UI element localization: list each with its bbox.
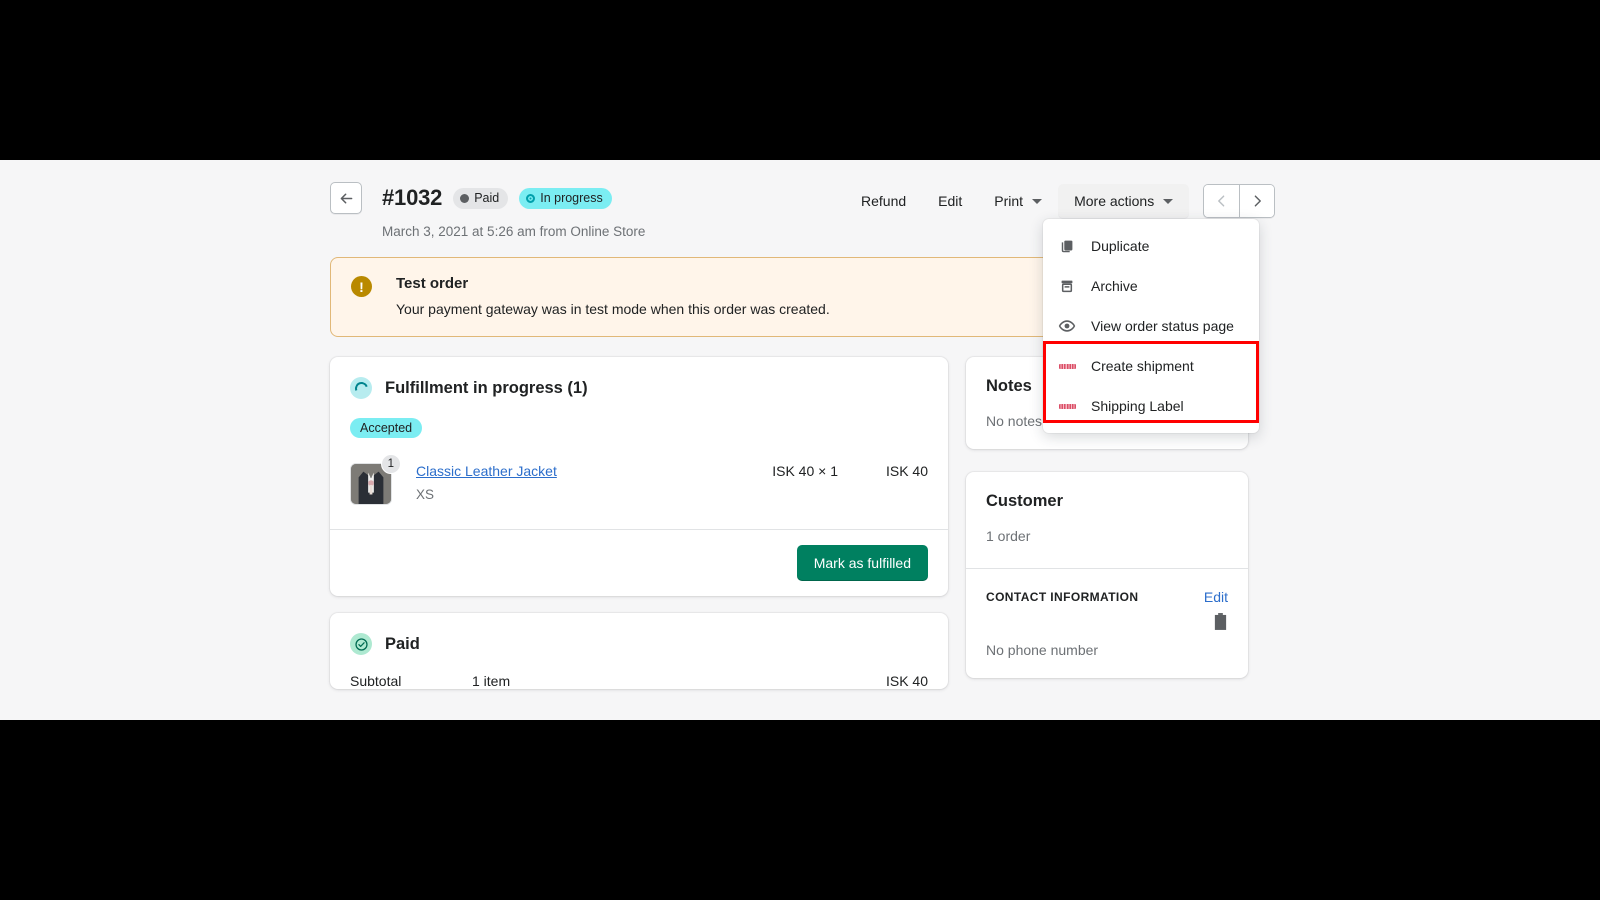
banner-title: Test order <box>396 275 469 292</box>
duplicate-icon <box>1057 236 1077 256</box>
menu-item-view-order-status-page-label: View order status page <box>1091 318 1234 334</box>
print-button[interactable]: Print <box>978 184 1058 218</box>
archive-icon <box>1057 276 1077 296</box>
subtotal-amount: ISK 40 <box>885 673 928 689</box>
header-actions: Refund Edit Print More actions <box>845 184 1276 218</box>
customer-phone: No phone number <box>986 642 1099 658</box>
copy-contact-row[interactable] <box>966 605 1248 630</box>
browser-viewport: #1032 Paid In progress March 3, 2021 at … <box>0 160 1600 720</box>
menu-item-archive[interactable]: Archive <box>1043 266 1259 306</box>
status-badge-paid: Paid <box>453 187 509 209</box>
fulfillment-title: Fulfillment in progress (1) <box>385 378 588 397</box>
shipping-logo-icon <box>1057 356 1077 376</box>
page-title: #1032 <box>382 185 443 210</box>
product-thumbnail-wrap: 1 <box>350 454 401 505</box>
quantity-badge: 1 <box>380 454 401 474</box>
status-badge-in-progress-label: In progress <box>540 191 603 205</box>
fulfillment-status-chip: Accepted <box>350 418 423 438</box>
more-actions-button[interactable]: More actions <box>1058 184 1190 218</box>
more-actions-label: More actions <box>1074 193 1155 209</box>
payment-header: Paid <box>330 613 948 655</box>
contact-information-header: CONTACT INFORMATION Edit <box>966 569 1248 605</box>
in-progress-spinner-icon <box>350 377 372 399</box>
alert-icon: ! <box>351 276 372 297</box>
customer-title: Customer <box>986 492 1064 510</box>
mark-as-fulfilled-button[interactable]: Mark as fulfilled <box>796 545 928 581</box>
next-order-button[interactable] <box>1239 185 1275 217</box>
refund-button[interactable]: Refund <box>845 184 922 218</box>
more-actions-menu: Duplicate Archive View order status page… <box>1043 219 1259 433</box>
main-column: Fulfillment in progress (1) Accepted 1 C… <box>330 357 948 689</box>
customer-order-count: 1 order <box>986 528 1031 544</box>
clipboard-icon <box>1214 613 1227 630</box>
chevron-down-icon <box>1163 198 1174 204</box>
contact-information-label: CONTACT INFORMATION <box>986 590 1139 604</box>
menu-item-view-order-status-page[interactable]: View order status page <box>1043 306 1259 346</box>
payment-subtotal-row: Subtotal 1 item ISK 40 <box>330 655 948 689</box>
line-item-unit-price: ISK 40 × 1 <box>772 463 838 479</box>
order-pagination <box>1203 184 1276 218</box>
line-item-info: Classic Leather Jacket XS <box>416 463 708 502</box>
payment-title: Paid <box>385 634 420 653</box>
menu-item-create-shipment-label: Create shipment <box>1091 358 1194 374</box>
status-badge-paid-label: Paid <box>474 191 500 205</box>
menu-item-shipping-label-label: Shipping Label <box>1091 398 1184 414</box>
eye-icon <box>1057 316 1077 336</box>
menu-item-duplicate-label: Duplicate <box>1091 238 1150 254</box>
shipping-logo-icon <box>1057 396 1077 416</box>
edit-button[interactable]: Edit <box>922 184 978 218</box>
print-button-label: Print <box>994 193 1024 209</box>
subtotal-detail: 1 item <box>472 673 511 689</box>
customer-card: Customer 1 order CONTACT INFORMATION Edi… <box>966 472 1248 678</box>
fulfillment-footer: Mark as fulfilled <box>330 529 948 596</box>
notes-title: Notes <box>986 377 1032 395</box>
back-button[interactable] <box>330 182 362 214</box>
status-badge-in-progress: In progress <box>519 187 612 209</box>
subtotal-label: Subtotal <box>350 673 402 689</box>
product-link[interactable]: Classic Leather Jacket <box>416 463 557 479</box>
product-variant: XS <box>416 487 435 502</box>
fulfillment-card: Fulfillment in progress (1) Accepted 1 C… <box>330 357 948 596</box>
chevron-left-icon <box>1217 195 1225 207</box>
fulfillment-header: Fulfillment in progress (1) <box>330 357 948 399</box>
status-dot-paid <box>460 193 470 203</box>
menu-item-shipping-label[interactable]: Shipping Label <box>1043 386 1259 426</box>
status-dot-in-progress <box>526 193 536 203</box>
check-circle-icon <box>350 633 372 655</box>
payment-card: Paid Subtotal 1 item ISK 40 <box>330 613 948 689</box>
test-order-banner-text: Test order Your payment gateway was in t… <box>396 275 830 317</box>
chevron-right-icon <box>1254 195 1262 207</box>
menu-item-create-shipment[interactable]: Create shipment <box>1043 346 1259 386</box>
line-item-total: ISK 40 <box>885 463 928 479</box>
banner-body: Your payment gateway was in test mode wh… <box>396 301 830 317</box>
menu-item-archive-label: Archive <box>1091 278 1138 294</box>
arrow-left-icon <box>340 192 352 204</box>
line-item-row: 1 Classic Leather Jacket XS ISK 40 × 1 I… <box>330 438 948 529</box>
chevron-down-icon <box>1032 198 1043 204</box>
edit-contact-link[interactable]: Edit <box>1204 589 1228 605</box>
menu-item-duplicate[interactable]: Duplicate <box>1043 226 1259 266</box>
previous-order-button[interactable] <box>1204 185 1240 217</box>
customer-header: Customer <box>966 472 1248 511</box>
